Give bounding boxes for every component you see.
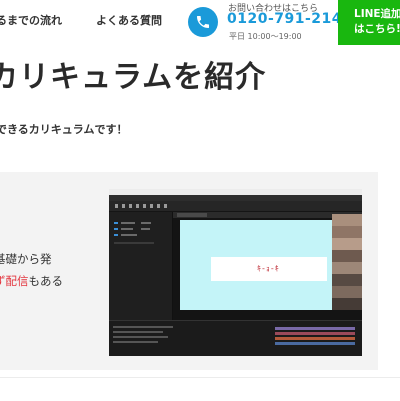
tool-icon <box>150 204 153 208</box>
tool-icon <box>164 204 167 208</box>
nav-faq-link[interactable]: よくある質問 <box>96 12 162 28</box>
project-item <box>121 228 133 230</box>
site-header: るまでの流れ よくある質問 お問い合わせはこちら 0120-791-214 平日… <box>0 0 400 45</box>
phone-icon[interactable] <box>188 7 218 37</box>
pixelated-mosaic <box>332 214 362 310</box>
mosaic-block <box>332 262 362 274</box>
project-item <box>114 234 118 236</box>
timeline-layer-bar <box>275 332 355 335</box>
mosaic-block <box>332 286 362 298</box>
nav-flow-link[interactable]: るまでの流れ <box>0 12 62 28</box>
contact-hours-text: 平日 10:00〜19:00 <box>229 32 302 41</box>
tool-icon <box>129 204 132 208</box>
app-toolbar <box>109 201 362 212</box>
composition-tab <box>177 213 207 217</box>
project-item <box>114 242 154 244</box>
project-item <box>141 228 150 230</box>
project-item <box>114 222 118 224</box>
timeline-panel <box>109 320 362 356</box>
card-text-line2: ず配信もある <box>0 273 63 289</box>
mosaic-block <box>332 226 362 238</box>
curriculum-card: 基礎から発 ず配信もある <box>0 172 378 370</box>
timeline-layer-bar <box>275 327 355 330</box>
tool-icon <box>115 204 118 208</box>
timeline-row <box>113 336 168 338</box>
mosaic-block <box>332 238 362 250</box>
page-title: カリキュラムを紹介 <box>0 60 267 95</box>
tool-icon <box>143 204 146 208</box>
canvas-text: ｷ‐ｮ‐ｷ <box>257 264 280 273</box>
canvas-text-strip: ｷ‐ｮ‐ｷ <box>211 257 327 281</box>
timeline-row <box>113 341 158 343</box>
mosaic-block <box>332 274 362 286</box>
contact-phone-number[interactable]: 0120-791-214 <box>227 11 342 27</box>
section-divider <box>0 377 400 401</box>
project-item <box>114 228 118 230</box>
card-text-rest: もある <box>28 274 64 288</box>
tool-icon <box>157 204 160 208</box>
mosaic-block <box>332 250 362 262</box>
timeline-layer-bar <box>275 337 355 340</box>
line-button-line2: はこちら! <box>354 23 400 35</box>
card-highlight-text: ず配信 <box>0 274 29 288</box>
page-subtitle: できるカリキュラムです！ <box>0 123 128 136</box>
tool-icon <box>122 204 125 208</box>
project-item <box>121 222 135 224</box>
card-text-line1: 基礎から発 <box>0 252 52 266</box>
timeline-row <box>113 326 173 328</box>
line-button-line1: LINE追加 <box>354 8 400 20</box>
line-add-button[interactable]: LINE追加 はこちら! <box>338 0 400 45</box>
tool-icon <box>136 204 139 208</box>
mosaic-block <box>332 214 362 226</box>
mosaic-block <box>332 298 362 310</box>
project-panel <box>109 212 173 320</box>
timeline-layer-bar <box>275 342 355 345</box>
project-item <box>141 222 151 224</box>
timeline-row <box>113 331 163 333</box>
phone-handset-icon <box>197 16 209 28</box>
editor-app-screenshot: ｷ‐ｮ‐ｷ <box>109 189 362 356</box>
project-item <box>121 234 137 236</box>
